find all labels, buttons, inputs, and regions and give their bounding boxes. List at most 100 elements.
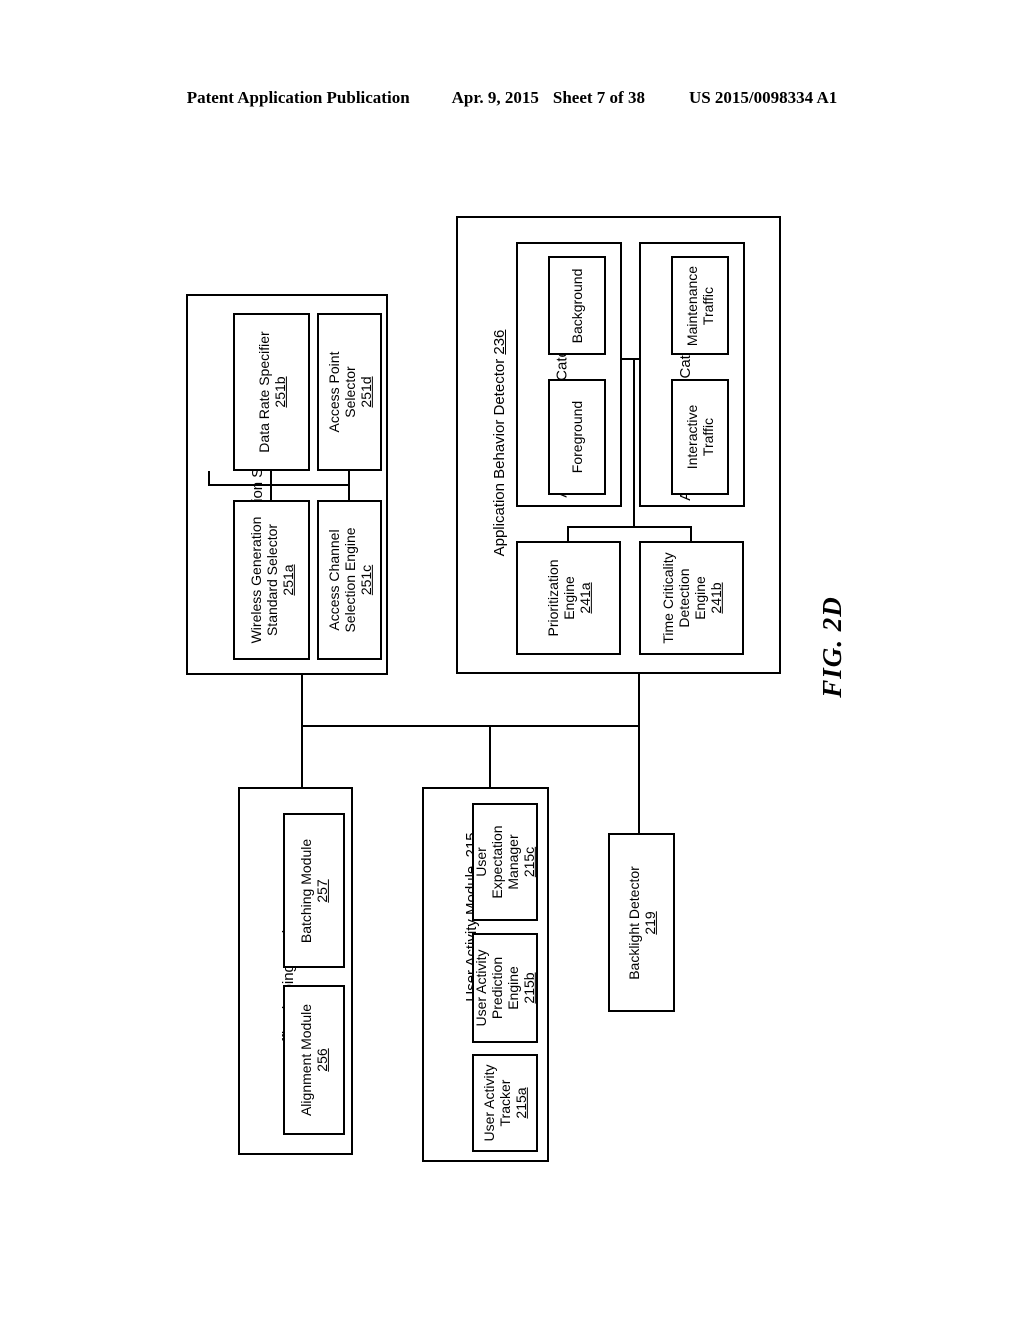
alignment-module-label: Alignment Module 256 xyxy=(298,1004,330,1116)
maintenance-traffic-line1: Maintenance xyxy=(683,265,700,346)
prioritization-engine-box[interactable]: Prioritization Engine 241a xyxy=(516,541,621,655)
pe-line2: Engine xyxy=(560,576,577,620)
wgss-line1: Wireless Generation xyxy=(247,516,264,644)
uape-line1: User Activity xyxy=(472,949,489,1027)
tcde-ref: 241b xyxy=(707,582,724,614)
wgss-line2: Standard Selector xyxy=(263,523,280,637)
uem-ref: 215c xyxy=(521,846,538,878)
access-point-selector-box[interactable]: Access Point Selector 251d xyxy=(317,313,382,471)
interactive-traffic-line1: Interactive xyxy=(683,404,700,470)
pe-ref: 241a xyxy=(576,582,593,614)
header-patent-number: US 2015/0098334 A1 xyxy=(688,88,838,107)
patent-figure-page: Patent Application Publication Apr. 9, 20… xyxy=(0,0,1024,1320)
uape-line3: Engine xyxy=(505,966,521,1010)
ncse-connector-left-riser xyxy=(208,471,210,485)
ncse-connector-bar xyxy=(208,484,350,486)
interactive-traffic-label: Interactive Traffic xyxy=(684,405,716,470)
bd-line1: Backlight Detector xyxy=(625,865,642,980)
aps-line1: Access Point xyxy=(325,351,342,433)
uem-line3: Manager xyxy=(505,834,521,890)
ncse-connector-stub-bottom-left xyxy=(270,484,272,500)
drs-ref: 251b xyxy=(271,376,288,408)
wireless-generation-standard-selector-label: Wireless Generation Standard Selector 25… xyxy=(247,517,295,644)
uat-line1: User Activity xyxy=(480,1064,497,1142)
figure-label: FIG. 2D xyxy=(817,596,847,698)
ncse-connector-stub-top-left xyxy=(270,471,272,485)
header-sheet: Sheet 7 of 38 xyxy=(552,88,645,107)
drs-line1: Data Rate Specifier xyxy=(255,331,272,453)
application-state-categorizer-box[interactable]: Application State Categorizer 241c Backg… xyxy=(516,242,622,507)
uat-ref: 215a xyxy=(513,1087,530,1119)
connector-bus xyxy=(301,725,640,727)
uem-line1: User xyxy=(472,847,489,877)
uape-line2: Prediction xyxy=(488,956,505,1020)
abd-ref: 236 xyxy=(491,329,508,355)
connector-ncse-drop xyxy=(301,673,303,788)
tcde-line3: Engine xyxy=(691,576,708,620)
bd-ref: 219 xyxy=(641,910,658,935)
maintenance-traffic-box[interactable]: Maintenance Traffic xyxy=(671,256,729,355)
interactive-traffic-line2: Traffic xyxy=(700,417,716,457)
aps-line2: Selector xyxy=(341,366,358,418)
am-ref: 256 xyxy=(314,1048,330,1072)
access-channel-selection-engine-label: Access Channel Selection Engine 251c xyxy=(325,527,373,632)
tcde-line1: Time Criticality xyxy=(659,552,676,644)
abd-connector-lower-bar xyxy=(567,526,692,528)
prioritization-engine-label: Prioritization Engine 241a xyxy=(544,559,592,636)
user-activity-tracker-label: User Activity Tracker 215a xyxy=(481,1064,529,1141)
abd-connector-stub-right xyxy=(690,526,692,541)
uat-line2: Tracker xyxy=(496,1079,513,1127)
foreground-label: Foreground xyxy=(568,400,585,474)
access-point-selector-label: Access Point Selector 251d xyxy=(325,352,373,433)
time-criticality-detection-engine-box[interactable]: Time Criticality Detection Engine 241b xyxy=(639,541,744,655)
application-traffic-categorizer-box[interactable]: Application Traffic Categorizer 241d Mai… xyxy=(639,242,745,507)
wgss-ref: 251a xyxy=(279,564,296,596)
abd-title-group: Application Behavior Detector 236 xyxy=(490,293,510,593)
backlight-detector-box[interactable]: Backlight Detector 219 xyxy=(608,833,675,1012)
pe-line1: Prioritization xyxy=(544,559,561,637)
background-label: Background xyxy=(568,268,585,343)
acse-line2: Selection Engine xyxy=(341,527,358,633)
user-expectation-manager-box[interactable]: User Expectation Manager 215c xyxy=(472,803,538,921)
application-behavior-detector-box[interactable]: Application Behavior Detector 236 Applic… xyxy=(456,216,781,674)
user-activity-prediction-engine-box[interactable]: User Activity Prediction Engine 215b xyxy=(472,933,538,1043)
access-channel-selection-engine-box[interactable]: Access Channel Selection Engine 251c xyxy=(317,500,382,660)
bm-ref: 257 xyxy=(314,878,330,903)
page-header: Patent Application Publication Apr. 9, 20… xyxy=(0,88,1024,108)
interactive-traffic-box[interactable]: Interactive Traffic xyxy=(671,379,729,495)
bm-line1: Batching Module xyxy=(297,838,314,943)
uem-line2: Expectation xyxy=(488,825,505,899)
network-configuration-selection-engine-box[interactable]: Network Configuration Selection Engine 2… xyxy=(186,294,388,675)
abd-title: Application Behavior Detector xyxy=(491,358,508,557)
tcde-line2: Detection xyxy=(675,568,692,628)
backlight-detector-label: Backlight Detector 219 xyxy=(625,866,657,980)
acse-ref: 251c xyxy=(357,564,374,596)
uape-ref: 215b xyxy=(521,972,538,1004)
am-line1: Alignment Module xyxy=(297,1003,314,1117)
batching-module-box[interactable]: Batching Module 257 xyxy=(283,813,345,968)
connector-uam-drop xyxy=(489,725,491,787)
data-rate-specifier-box[interactable]: Data Rate Specifier 251b xyxy=(233,313,310,471)
data-rate-specifier-label: Data Rate Specifier 251b xyxy=(255,331,287,452)
wireless-generation-standard-selector-box[interactable]: Wireless Generation Standard Selector 25… xyxy=(233,500,310,660)
user-activity-prediction-engine-label: User Activity Prediction Engine 215b xyxy=(473,949,537,1026)
header-date: Apr. 9, 2015 xyxy=(451,88,539,107)
foreground-box[interactable]: Foreground xyxy=(548,379,606,495)
background-box[interactable]: Background xyxy=(548,256,606,355)
user-activity-tracker-box[interactable]: User Activity Tracker 215a xyxy=(472,1054,538,1152)
abd-connector-stub-left xyxy=(567,526,569,541)
aps-ref: 251d xyxy=(357,376,374,408)
time-criticality-detection-engine-label: Time Criticality Detection Engine 241b xyxy=(659,552,723,643)
alignment-module-box[interactable]: Alignment Module 256 xyxy=(283,985,345,1135)
connector-abd-drop xyxy=(638,672,640,834)
user-activity-module-box[interactable]: User Activity Module 215 User Expectatio… xyxy=(422,787,549,1162)
acse-line1: Access Channel xyxy=(325,529,342,631)
abd-connector-categorizer-link xyxy=(622,358,640,360)
user-expectation-manager-label: User Expectation Manager 215c xyxy=(473,825,537,898)
maintenance-traffic-line2: Traffic xyxy=(700,286,716,325)
maintenance-traffic-label: Maintenance Traffic xyxy=(684,265,716,345)
header-publication: Patent Application Publication xyxy=(186,88,410,107)
traffic-shaping-engine-box[interactable]: Traffic Shaping Engine 255 Batching Modu… xyxy=(238,787,353,1155)
batching-module-label: Batching Module 257 xyxy=(298,838,330,942)
abd-connector-center-vertical xyxy=(633,358,635,527)
